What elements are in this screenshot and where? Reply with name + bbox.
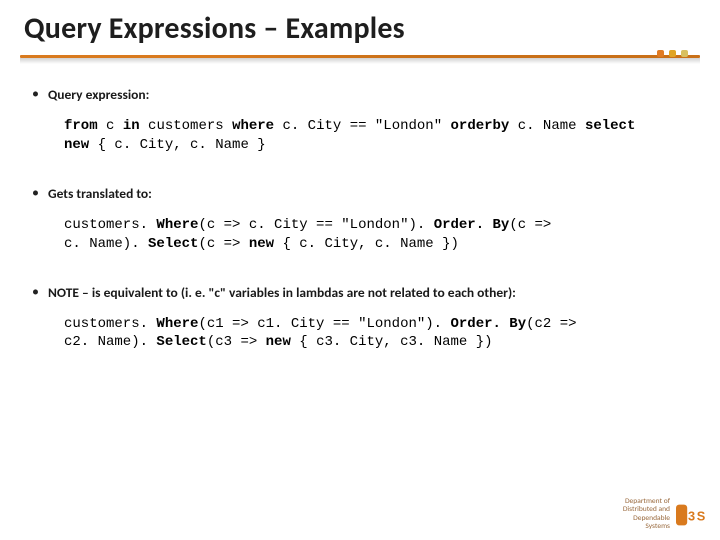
footer: Department of Distributed and Dependable…: [623, 498, 708, 533]
bullet-label: Query expression:: [48, 86, 688, 103]
corner-dots: [657, 50, 688, 57]
bullet-item: Gets translated to: customers. Where(c =…: [32, 185, 688, 254]
bullet-item: NOTE – is equivalent to (i. e. "c" varia…: [32, 284, 688, 353]
svg-text:3: 3: [688, 508, 695, 523]
bullet-list: Query expression: from c in customers wh…: [32, 86, 688, 352]
bullet-item: Query expression: from c in customers wh…: [32, 86, 688, 155]
footer-text: Department of Distributed and Dependable…: [623, 498, 670, 533]
d3s-logo-icon: 3 S: [676, 503, 708, 527]
code-block: customers. Where(c => c. City == "London…: [64, 216, 688, 254]
slide: Query Expressions – Examples Query expre…: [0, 0, 720, 540]
code-block: customers. Where(c1 => c1. City == "Lond…: [64, 315, 688, 353]
dot-icon: [681, 50, 688, 57]
svg-text:S: S: [697, 508, 706, 523]
footer-line: Systems: [623, 523, 670, 532]
title-area: Query Expressions – Examples: [0, 0, 720, 53]
dot-icon: [657, 50, 664, 57]
dot-icon: [669, 50, 676, 57]
bullet-label: Gets translated to:: [48, 185, 688, 202]
bullet-label: NOTE – is equivalent to (i. e. "c" varia…: [48, 284, 688, 301]
slide-title: Query Expressions – Examples: [24, 10, 700, 47]
code-block: from c in customers where c. City == "Lo…: [64, 117, 688, 155]
content-area: Query expression: from c in customers wh…: [0, 64, 720, 352]
